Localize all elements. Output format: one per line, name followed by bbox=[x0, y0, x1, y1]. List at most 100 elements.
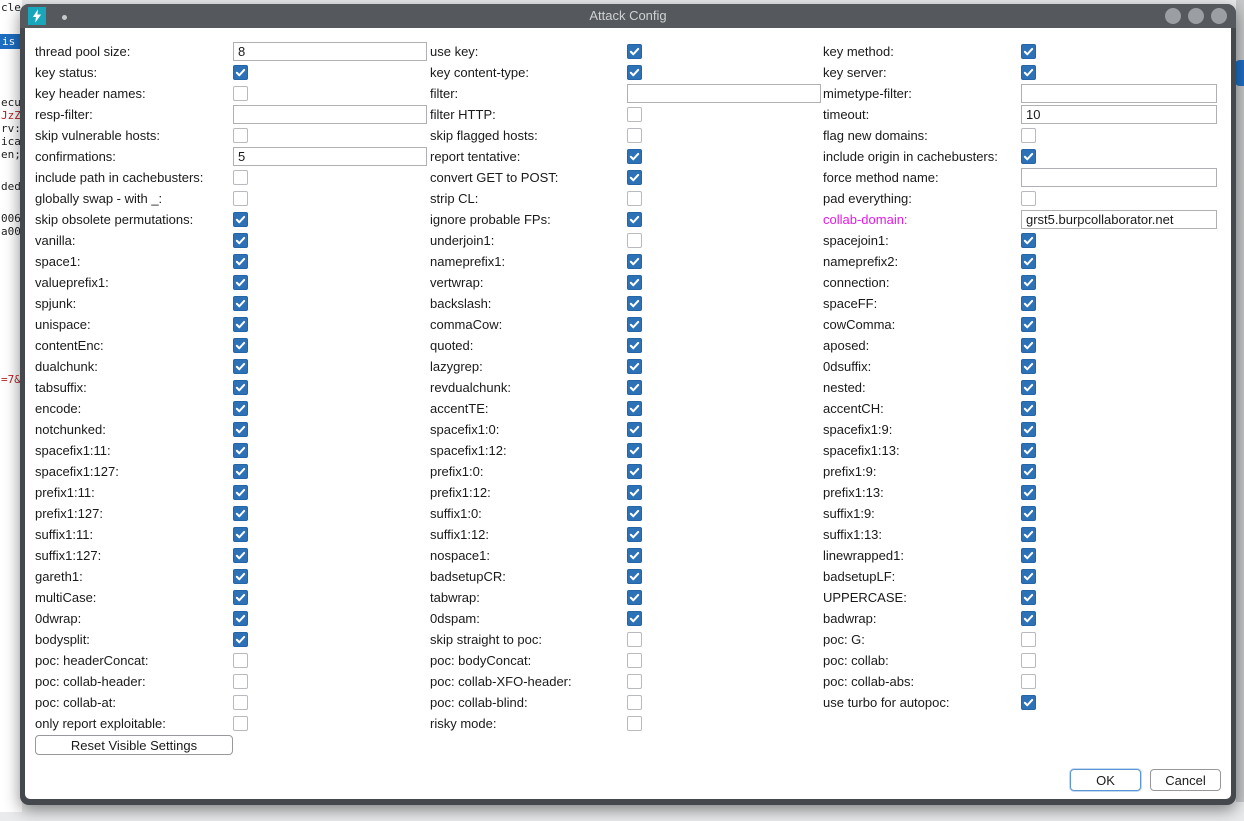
checkbox-prefix1-0[interactable] bbox=[627, 464, 642, 479]
checkbox-filter-http[interactable] bbox=[627, 107, 642, 122]
checkbox-valueprefix1[interactable] bbox=[233, 275, 248, 290]
checkbox-poc-bodyconcat[interactable] bbox=[627, 653, 642, 668]
checkbox-suffix1-12[interactable] bbox=[627, 527, 642, 542]
checkbox-poc-headerconcat[interactable] bbox=[233, 653, 248, 668]
checkbox-spacefix1-0[interactable] bbox=[627, 422, 642, 437]
checkbox-accentte[interactable] bbox=[627, 401, 642, 416]
checkbox-bodysplit[interactable] bbox=[233, 632, 248, 647]
checkbox-uppercase[interactable] bbox=[1021, 590, 1036, 605]
checkbox-spaceff[interactable] bbox=[1021, 296, 1036, 311]
checkbox-convert-get-to-post[interactable] bbox=[627, 170, 642, 185]
checkbox-key-server[interactable] bbox=[1021, 65, 1036, 80]
checkbox-suffix1-0[interactable] bbox=[627, 506, 642, 521]
checkbox-encode[interactable] bbox=[233, 401, 248, 416]
checkbox-strip-cl[interactable] bbox=[627, 191, 642, 206]
checkbox-spacefix1-12[interactable] bbox=[627, 443, 642, 458]
checkbox-prefix1-12[interactable] bbox=[627, 485, 642, 500]
checkbox-include-path-in-cachebusters[interactable] bbox=[233, 170, 248, 185]
ok-button[interactable]: OK bbox=[1070, 769, 1141, 791]
checkbox-multicase[interactable] bbox=[233, 590, 248, 605]
checkbox-space1[interactable] bbox=[233, 254, 248, 269]
checkbox-prefix1-127[interactable] bbox=[233, 506, 248, 521]
checkbox-ignore-probable-fps[interactable] bbox=[627, 212, 642, 227]
checkbox-tabwrap[interactable] bbox=[627, 590, 642, 605]
window-minimize-button[interactable] bbox=[1165, 8, 1181, 24]
checkbox-vanilla[interactable] bbox=[233, 233, 248, 248]
checkbox-pad-everything[interactable] bbox=[1021, 191, 1036, 206]
checkbox-commacow[interactable] bbox=[627, 317, 642, 332]
checkbox-suffix1-13[interactable] bbox=[1021, 527, 1036, 542]
checkbox-0dwrap[interactable] bbox=[233, 611, 248, 626]
checkbox-key-content-type[interactable] bbox=[627, 65, 642, 80]
checkbox-risky-mode[interactable] bbox=[627, 716, 642, 731]
checkbox-prefix1-13[interactable] bbox=[1021, 485, 1036, 500]
checkbox-backslash[interactable] bbox=[627, 296, 642, 311]
checkbox-contentenc[interactable] bbox=[233, 338, 248, 353]
checkbox-connection[interactable] bbox=[1021, 275, 1036, 290]
checkbox-0dspam[interactable] bbox=[627, 611, 642, 626]
checkbox-spacefix1-9[interactable] bbox=[1021, 422, 1036, 437]
checkbox-badsetuplf[interactable] bbox=[1021, 569, 1036, 584]
checkbox-gareth1[interactable] bbox=[233, 569, 248, 584]
input-timeout[interactable] bbox=[1021, 105, 1217, 124]
input-collab-domain[interactable] bbox=[1021, 210, 1217, 229]
checkbox-linewrapped1[interactable] bbox=[1021, 548, 1036, 563]
checkbox-poc-collab-at[interactable] bbox=[233, 695, 248, 710]
checkbox-poc-collab-abs[interactable] bbox=[1021, 674, 1036, 689]
checkbox-tabsuffix[interactable] bbox=[233, 380, 248, 395]
checkbox-spjunk[interactable] bbox=[233, 296, 248, 311]
checkbox-poc-g[interactable] bbox=[1021, 632, 1036, 647]
checkbox-nospace1[interactable] bbox=[627, 548, 642, 563]
checkbox-suffix1-127[interactable] bbox=[233, 548, 248, 563]
cancel-button[interactable]: Cancel bbox=[1150, 769, 1221, 791]
checkbox-skip-straight-to-poc[interactable] bbox=[627, 632, 642, 647]
checkbox-lazygrep[interactable] bbox=[627, 359, 642, 374]
checkbox-dualchunk[interactable] bbox=[233, 359, 248, 374]
checkbox-cowcomma[interactable] bbox=[1021, 317, 1036, 332]
checkbox-use-key[interactable] bbox=[627, 44, 642, 59]
checkbox-aposed[interactable] bbox=[1021, 338, 1036, 353]
checkbox-nameprefix2[interactable] bbox=[1021, 254, 1036, 269]
input-mimetype-filter[interactable] bbox=[1021, 84, 1217, 103]
checkbox-0dsuffix[interactable] bbox=[1021, 359, 1036, 374]
checkbox-badsetupcr[interactable] bbox=[627, 569, 642, 584]
checkbox-badwrap[interactable] bbox=[1021, 611, 1036, 626]
checkbox-spacejoin1[interactable] bbox=[1021, 233, 1036, 248]
reset-visible-settings-button[interactable]: Reset Visible Settings bbox=[35, 735, 233, 755]
checkbox-suffix1-9[interactable] bbox=[1021, 506, 1036, 521]
input-resp-filter[interactable] bbox=[233, 105, 427, 124]
checkbox-include-origin-in-cachebusters[interactable] bbox=[1021, 149, 1036, 164]
checkbox-skip-flagged-hosts[interactable] bbox=[627, 128, 642, 143]
input-filter[interactable] bbox=[627, 84, 821, 103]
checkbox-prefix1-9[interactable] bbox=[1021, 464, 1036, 479]
checkbox-nameprefix1[interactable] bbox=[627, 254, 642, 269]
checkbox-spacefix1-13[interactable] bbox=[1021, 443, 1036, 458]
checkbox-revdualchunk[interactable] bbox=[627, 380, 642, 395]
checkbox-globally-swap-with[interactable] bbox=[233, 191, 248, 206]
checkbox-flag-new-domains[interactable] bbox=[1021, 128, 1036, 143]
input-confirmations[interactable] bbox=[233, 147, 427, 166]
checkbox-key-status[interactable] bbox=[233, 65, 248, 80]
checkbox-skip-obsolete-permutations[interactable] bbox=[233, 212, 248, 227]
input-thread-pool-size[interactable] bbox=[233, 42, 427, 61]
checkbox-nested[interactable] bbox=[1021, 380, 1036, 395]
checkbox-underjoin1[interactable] bbox=[627, 233, 642, 248]
checkbox-vertwrap[interactable] bbox=[627, 275, 642, 290]
checkbox-quoted[interactable] bbox=[627, 338, 642, 353]
checkbox-poc-collab[interactable] bbox=[1021, 653, 1036, 668]
checkbox-key-header-names[interactable] bbox=[233, 86, 248, 101]
checkbox-spacefix1-127[interactable] bbox=[233, 464, 248, 479]
checkbox-skip-vulnerable-hosts[interactable] bbox=[233, 128, 248, 143]
checkbox-prefix1-11[interactable] bbox=[233, 485, 248, 500]
checkbox-key-method[interactable] bbox=[1021, 44, 1036, 59]
checkbox-poc-collab-blind[interactable] bbox=[627, 695, 642, 710]
checkbox-use-turbo-for-autopoc[interactable] bbox=[1021, 695, 1036, 710]
checkbox-report-tentative[interactable] bbox=[627, 149, 642, 164]
window-close-button[interactable] bbox=[1211, 8, 1227, 24]
checkbox-notchunked[interactable] bbox=[233, 422, 248, 437]
checkbox-only-report-exploitable[interactable] bbox=[233, 716, 248, 731]
checkbox-accentch[interactable] bbox=[1021, 401, 1036, 416]
checkbox-poc-collab-xfo-header[interactable] bbox=[627, 674, 642, 689]
checkbox-suffix1-11[interactable] bbox=[233, 527, 248, 542]
window-maximize-button[interactable] bbox=[1188, 8, 1204, 24]
